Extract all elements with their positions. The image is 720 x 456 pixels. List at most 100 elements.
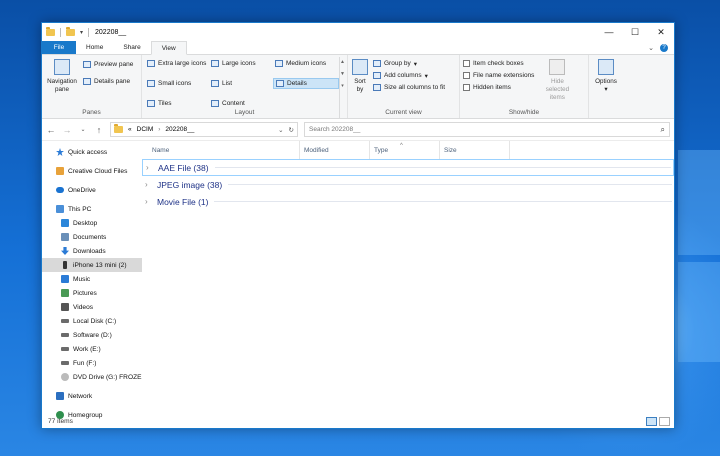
status-bar: 77 items (42, 414, 674, 428)
nav-local-disk-c[interactable]: Local Disk (C:) (42, 314, 142, 328)
address-bar[interactable]: « DCIM › 202208__ ⌄ ↻ (110, 122, 298, 137)
small-icons-icon (147, 80, 155, 87)
item-check-boxes-checkbox[interactable] (463, 60, 470, 67)
nav-dvd-drive-g[interactable]: DVD Drive (G:) FROZE (42, 370, 142, 384)
music-icon (61, 275, 69, 283)
nav-downloads[interactable]: Downloads (42, 244, 142, 258)
layout-option-label: List (222, 80, 233, 87)
breadcrumb-current-folder[interactable]: 202208__ (165, 126, 194, 133)
item-check-boxes[interactable]: Item check boxes (463, 58, 534, 69)
column-size[interactable]: Size (440, 141, 510, 159)
large-icons-icon (211, 60, 219, 67)
navigation-pane: Quick access Creative Cloud Files OneDri… (42, 141, 142, 428)
nav-iphone[interactable]: iPhone 13 mini (2) (42, 258, 142, 272)
hidden-items-checkbox[interactable] (463, 84, 470, 91)
layout-list[interactable]: List (209, 78, 273, 89)
layout-extra-large-icons[interactable]: Extra large icons (145, 58, 209, 69)
back-button[interactable]: ← (46, 125, 56, 135)
customize-toolbar-icon[interactable]: ▾ (80, 29, 83, 36)
breadcrumb-separator-icon[interactable]: › (158, 126, 160, 133)
layout-group: Extra large icons Large icons Medium ico… (142, 55, 348, 118)
nav-label: Work (E:) (73, 345, 101, 353)
nav-documents[interactable]: Documents (42, 230, 142, 244)
nav-this-pc[interactable]: This PC (42, 202, 142, 216)
forward-button[interactable]: → (62, 125, 72, 135)
nav-label: DVD Drive (G:) FROZE (73, 373, 142, 381)
panes-group: Navigation pane Preview pane Details pan… (42, 55, 142, 118)
minimize-button[interactable]: — (596, 23, 622, 41)
layout-tiles[interactable]: Tiles (145, 98, 209, 109)
nav-quick-access[interactable]: Quick access (42, 145, 142, 159)
file-name-extensions-checkbox[interactable] (463, 72, 470, 79)
nav-fun-f[interactable]: Fun (F:) (42, 356, 142, 370)
group-by-icon (373, 60, 381, 67)
nav-music[interactable]: Music (42, 272, 142, 286)
group-by-button[interactable]: Group by ▾ (373, 58, 445, 69)
collapse-ribbon-icon[interactable]: ⌄ (648, 44, 654, 52)
nav-work-e[interactable]: Work (E:) (42, 342, 142, 356)
current-view-group: Sort by Group by ▾ Add columns ▾ Size all … (348, 55, 460, 118)
refresh-icon[interactable]: ↻ (289, 126, 294, 134)
size-all-columns-button[interactable]: Size all columns to fit (373, 82, 445, 93)
layout-details[interactable]: Details (273, 78, 339, 89)
show-hide-group: Item check boxes File name extensions Hi… (460, 55, 589, 118)
recent-locations-button[interactable]: ⌄ (78, 126, 88, 133)
tiles-icon (147, 100, 155, 107)
nav-videos[interactable]: Videos (42, 300, 142, 314)
nav-label: Pictures (73, 289, 97, 297)
dvd-icon (61, 373, 69, 381)
breadcrumb-dcim[interactable]: DCIM (137, 126, 154, 133)
preview-pane-button[interactable]: Preview pane (83, 59, 133, 70)
folder-icon (46, 26, 55, 36)
breadcrumb-overflow[interactable]: « (128, 126, 132, 133)
new-folder-icon[interactable] (66, 26, 75, 36)
nav-network[interactable]: Network (42, 389, 142, 403)
nav-label: Software (D:) (73, 331, 112, 339)
nav-pictures[interactable]: Pictures (42, 286, 142, 300)
file-name-extensions[interactable]: File name extensions (463, 70, 534, 81)
desktop-icon (61, 219, 69, 227)
column-modified[interactable]: Modified (300, 141, 370, 159)
tab-home[interactable]: Home (76, 41, 113, 54)
group-by-label: Group by (384, 60, 411, 67)
hidden-items[interactable]: Hidden items (463, 82, 534, 93)
explorer-body: Quick access Creative Cloud Files OneDri… (42, 141, 674, 428)
medium-icons-icon (275, 60, 283, 67)
layout-medium-icons[interactable]: Medium icons (273, 58, 339, 69)
group-label: Movie File (1) (157, 196, 209, 207)
maximize-button[interactable]: ☐ (622, 23, 648, 41)
chevron-right-icon: › (145, 197, 148, 206)
layout-small-icons[interactable]: Small icons (145, 78, 209, 89)
ribbon-tabs: File Home Share View ⌄ ? (42, 41, 674, 55)
group-header-aae[interactable]: › AAE File (38) (142, 159, 674, 176)
layout-large-icons[interactable]: Large icons (209, 58, 273, 69)
tab-view[interactable]: View (150, 41, 187, 55)
add-columns-button[interactable]: Add columns ▾ (373, 70, 445, 81)
group-header-movie[interactable]: › Movie File (1) (142, 193, 674, 210)
nav-software-d[interactable]: Software (D:) (42, 328, 142, 342)
nav-creative-cloud-files[interactable]: Creative Cloud Files (42, 164, 142, 178)
details-pane-button[interactable]: Details pane (83, 76, 133, 87)
hide-selected-icon (549, 59, 566, 75)
help-icon[interactable]: ? (660, 43, 668, 52)
column-name[interactable]: Name (142, 141, 300, 159)
nav-label: Downloads (73, 247, 106, 255)
address-dropdown-icon[interactable]: ⌄ (278, 126, 283, 134)
group-header-jpeg[interactable]: › JPEG image (38) (142, 176, 674, 193)
close-button[interactable]: ✕ (648, 23, 674, 41)
nav-label: Videos (73, 303, 94, 311)
large-icons-view-icon[interactable] (659, 416, 670, 426)
details-view-icon[interactable] (646, 416, 657, 426)
options-button[interactable]: Options ▾ (592, 57, 620, 94)
column-type[interactable]: Type (370, 141, 440, 159)
window-title: 202208__ (95, 28, 127, 36)
up-button[interactable]: ↑ (94, 125, 104, 135)
nav-onedrive[interactable]: OneDrive (42, 183, 142, 197)
search-box[interactable]: Search 202208__ ⌕ (304, 122, 670, 137)
tab-file[interactable]: File (42, 41, 76, 54)
nav-label: Documents (73, 233, 107, 241)
nav-desktop[interactable]: Desktop (42, 216, 142, 230)
tab-share[interactable]: Share (113, 41, 150, 54)
layout-content[interactable]: Content (209, 98, 273, 109)
size-columns-icon (373, 84, 381, 91)
